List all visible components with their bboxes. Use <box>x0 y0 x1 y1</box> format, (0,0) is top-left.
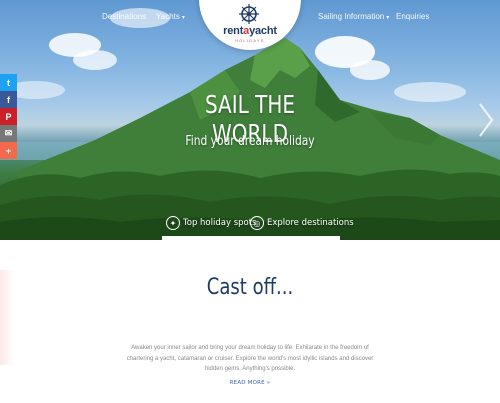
logo-subtitle: HOLIDAYS <box>235 39 265 43</box>
top-holiday-spots-link[interactable]: ✦ Top holiday spots <box>166 215 256 231</box>
chevron-right-icon <box>479 103 494 137</box>
compass-icon: ✦ <box>166 216 180 230</box>
hero-bottom-tab <box>162 236 340 240</box>
nav-sailing-information[interactable]: Sailing Information ▾ <box>318 12 389 21</box>
nav-yachts[interactable]: Yachts ▾ <box>156 12 185 21</box>
side-decoration <box>0 270 14 365</box>
nav-destinations[interactable]: Destinations <box>102 12 146 21</box>
nav-enquiries[interactable]: Enquiries <box>396 12 429 21</box>
globe-icon: ◎ <box>250 216 264 230</box>
section-title: Cast off... <box>206 275 294 300</box>
twitter-icon[interactable]: t <box>0 74 17 91</box>
ship-wheel-icon <box>239 4 259 24</box>
social-share-bar: t f P ✉ + <box>0 74 17 159</box>
explore-destinations-link[interactable]: ◎ Explore destinations <box>250 215 354 231</box>
read-more-link[interactable]: READ MORE » <box>150 380 350 386</box>
next-slide-button[interactable] <box>476 100 496 140</box>
chevron-down-icon: ▾ <box>386 15 390 21</box>
plus-icon[interactable]: + <box>0 142 17 159</box>
pinterest-icon[interactable]: P <box>0 108 17 125</box>
hero-subtitle: Find your dream holiday <box>185 134 315 149</box>
email-icon[interactable]: ✉ <box>0 125 17 142</box>
facebook-icon[interactable]: f <box>0 91 17 108</box>
chevron-down-icon: ▾ <box>181 15 185 21</box>
logo-wordmark[interactable]: rentayacht <box>200 25 300 37</box>
section-body: Awaken your inner sailor and bring your … <box>126 345 374 372</box>
